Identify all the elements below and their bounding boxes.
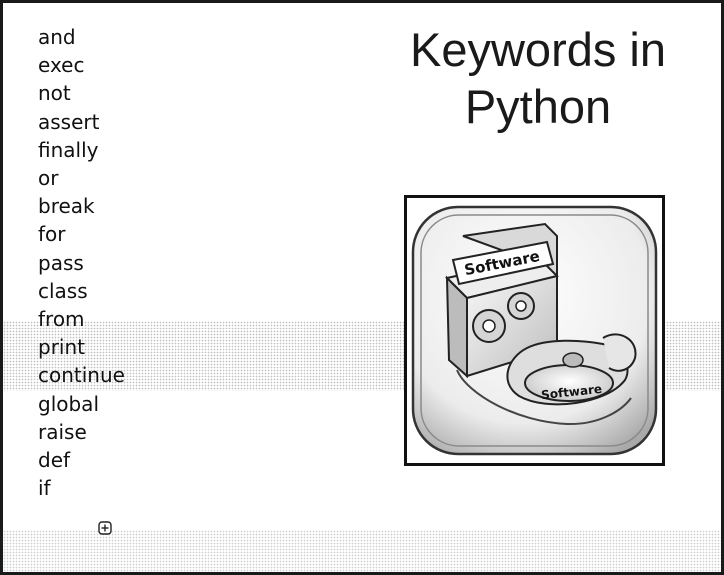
slide: and exec not assert finally or break for… bbox=[0, 0, 724, 575]
keyword-item: if bbox=[38, 476, 51, 501]
keyword-item: pass bbox=[38, 250, 84, 275]
keyword-item: not bbox=[38, 81, 71, 106]
keyword-item: raise bbox=[38, 419, 87, 444]
keyword-item: for bbox=[38, 222, 66, 247]
keyword-item: print bbox=[38, 335, 85, 360]
keyword-item: continue bbox=[38, 363, 125, 388]
keyword-item: def bbox=[38, 448, 71, 473]
keyword-item: global bbox=[38, 391, 99, 416]
keyword-item: exec bbox=[38, 53, 85, 78]
software-clipart: Software Software bbox=[404, 195, 665, 466]
keyword-item: from bbox=[38, 307, 85, 332]
slide-title: Keywords in Python bbox=[410, 23, 666, 133]
keyword-list: and exec not assert finally or break for… bbox=[38, 23, 125, 502]
plus-square-icon[interactable] bbox=[98, 521, 112, 535]
keyword-item: assert bbox=[38, 109, 100, 134]
keyword-item: and bbox=[38, 25, 76, 49]
keyword-item: finally bbox=[38, 137, 99, 162]
keyword-item: class bbox=[38, 278, 88, 303]
keyword-item: or bbox=[38, 166, 59, 191]
keyword-item: break bbox=[38, 194, 95, 219]
background-band-bottom bbox=[3, 530, 721, 572]
